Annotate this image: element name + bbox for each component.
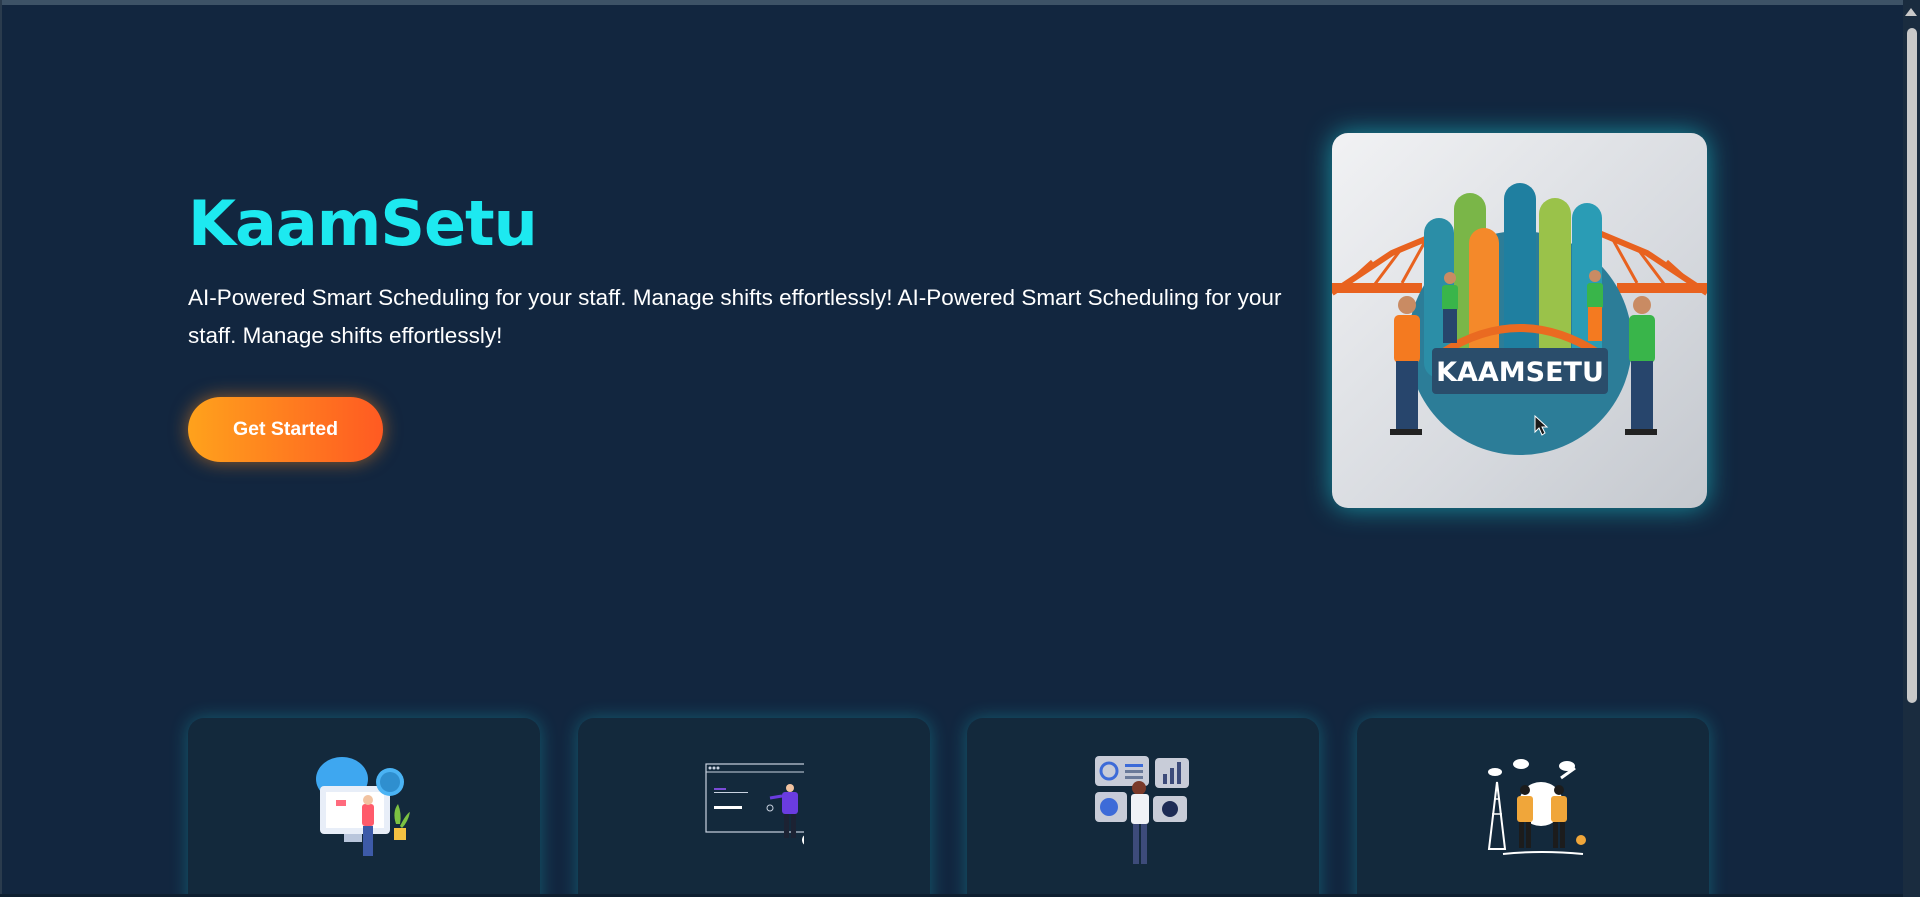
left-border [0, 0, 2, 897]
vertical-scrollbar[interactable] [1903, 0, 1920, 897]
scroll-up-arrow-icon[interactable] [1905, 8, 1917, 16]
hero-description: AI-Powered Smart Scheduling for your sta… [188, 285, 1282, 348]
hero-title: KaamSetu [188, 187, 538, 260]
top-border [0, 0, 1920, 5]
team-network-illustration-icon [1483, 754, 1593, 869]
kaamsetu-logo-image: KAAMSETU [1332, 133, 1707, 508]
logo-text: KAAMSETU [1436, 357, 1604, 388]
scrollbar-thumb[interactable] [1907, 28, 1917, 703]
landing-page: KaamSetu AI-Powered Smart Scheduling for… [0, 0, 1920, 897]
feature-card-tasks [578, 718, 930, 897]
feature-card-team [1357, 718, 1709, 897]
feature-card-analytics [967, 718, 1319, 897]
scheduling-illustration-icon [314, 754, 414, 869]
get-started-button[interactable]: Get Started [188, 397, 383, 462]
analytics-dashboard-illustration-icon [1093, 754, 1193, 874]
feature-card-scheduling [188, 718, 540, 897]
task-board-illustration-icon [704, 754, 814, 859]
